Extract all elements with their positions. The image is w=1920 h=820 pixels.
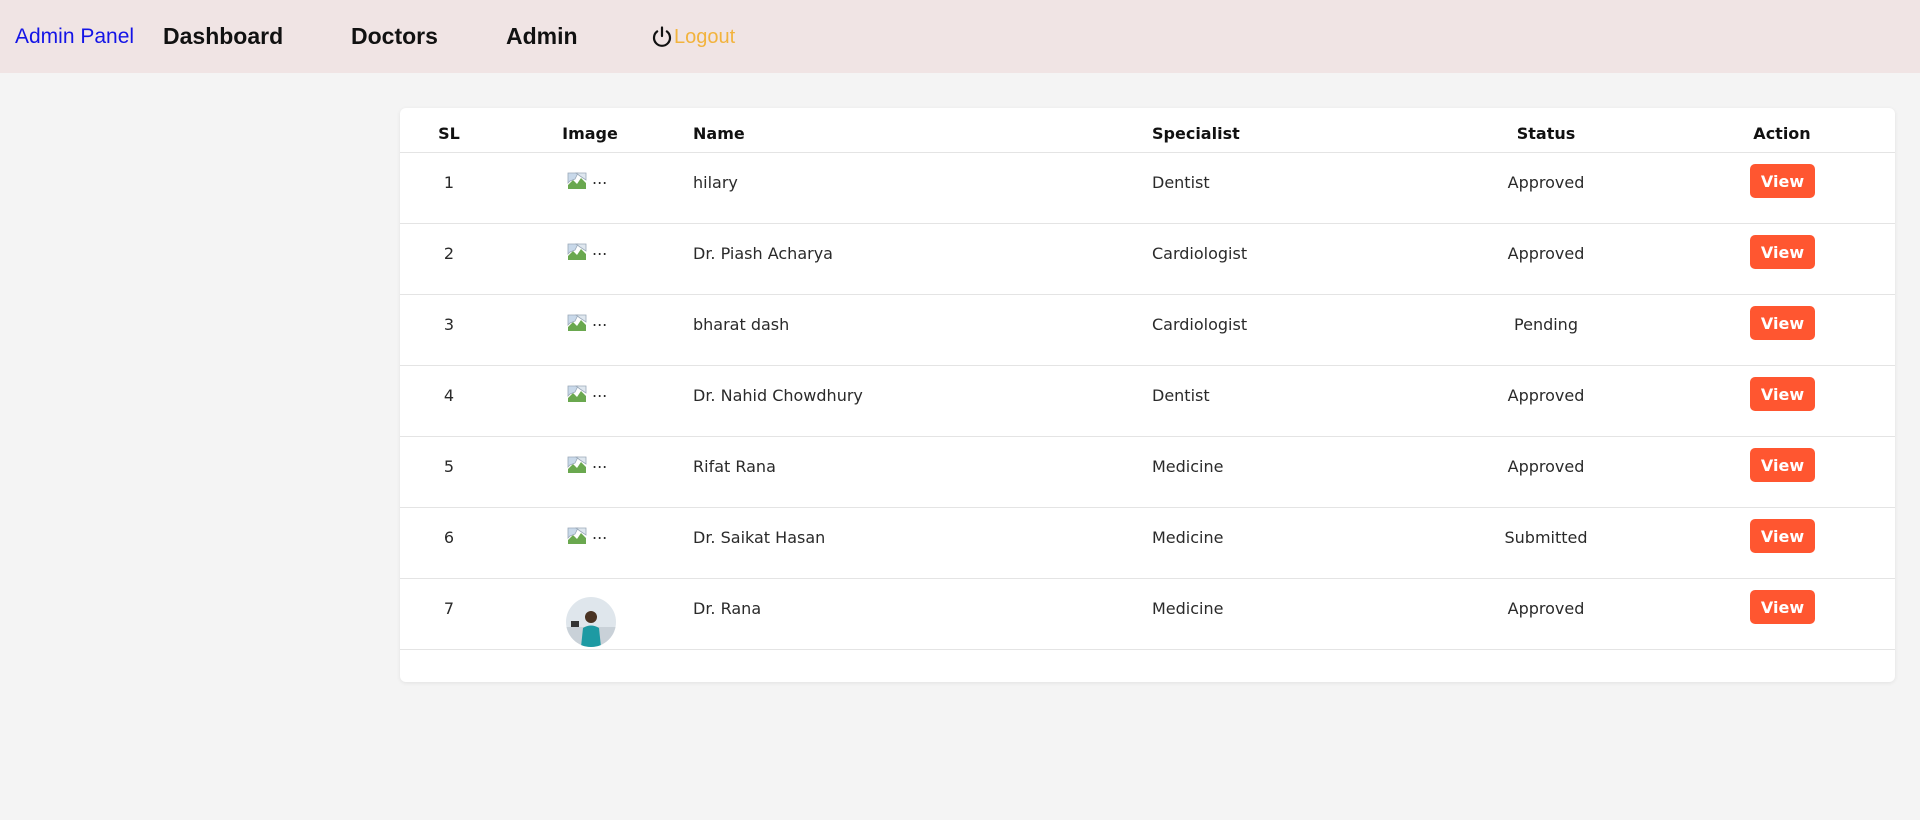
- table-row: 4... Dr. Nahid Chowdhury Dentist Approved Vi…: [400, 366, 1895, 437]
- image-alt-text: ...: [592, 311, 608, 330]
- header-action: Action: [1753, 124, 1811, 143]
- header-name: Name: [693, 124, 745, 143]
- view-button[interactable]: View: [1750, 164, 1815, 198]
- broken-image-icon: [567, 243, 587, 260]
- cell-image: ...: [566, 526, 607, 546]
- cell-sl: 3: [443, 315, 455, 334]
- cell-status: Approved: [1507, 599, 1585, 618]
- image-alt-text: ...: [592, 382, 608, 401]
- cell-sl: 6: [443, 528, 455, 547]
- view-button[interactable]: View: [1750, 306, 1815, 340]
- cell-sl: 5: [443, 457, 455, 476]
- header-image: Image: [562, 124, 618, 143]
- cell-status: Pending: [1514, 315, 1578, 334]
- broken-image-icon: [567, 314, 587, 331]
- cell-specialist: Medicine: [1152, 599, 1224, 618]
- cell-image: ...: [566, 171, 607, 191]
- cell-specialist: Cardiologist: [1152, 315, 1248, 334]
- view-button[interactable]: View: [1750, 448, 1815, 482]
- cell-status: Submitted: [1504, 528, 1588, 547]
- table-row: 6... Dr. Saikat Hasan Medicine Submitted Vie…: [400, 508, 1895, 579]
- nav-link-dashboard[interactable]: Dashboard: [163, 22, 283, 50]
- cell-specialist: Medicine: [1152, 528, 1224, 547]
- table-row: 2... Dr. Piash Acharya Cardiologist Approve…: [400, 224, 1895, 295]
- nav-link-doctors[interactable]: Doctors: [351, 22, 438, 50]
- cell-sl: 1: [443, 173, 455, 192]
- broken-image-icon: [567, 456, 587, 473]
- view-button[interactable]: View: [1750, 590, 1815, 624]
- cell-name: hilary: [693, 173, 738, 192]
- cell-sl: 7: [443, 599, 455, 618]
- table-row: 3... bharat dash Cardiologist Pending View: [400, 295, 1895, 366]
- header-sl: SL: [438, 124, 460, 143]
- image-alt-text: ...: [592, 240, 608, 259]
- doctor-avatar: [566, 597, 616, 647]
- cell-sl: 4: [443, 386, 455, 405]
- cell-image: ...: [566, 455, 607, 475]
- cell-image: ...: [566, 313, 607, 333]
- nav-link-admin[interactable]: Admin: [506, 22, 578, 50]
- cell-specialist: Dentist: [1152, 173, 1210, 192]
- cell-status: Approved: [1507, 173, 1585, 192]
- logout-button[interactable]: Logout: [650, 24, 735, 50]
- cell-specialist: Medicine: [1152, 457, 1224, 476]
- cell-image: [566, 597, 616, 647]
- cell-status: Approved: [1507, 244, 1585, 263]
- cell-name: bharat dash: [693, 315, 790, 334]
- image-alt-text: ...: [592, 524, 608, 543]
- top-navbar: Admin Panel Dashboard Doctors Admin Logo…: [0, 0, 1920, 73]
- view-button[interactable]: View: [1750, 519, 1815, 553]
- row-divider: [400, 649, 1895, 650]
- cell-image: ...: [566, 242, 607, 262]
- cell-name: Dr. Piash Acharya: [693, 244, 833, 263]
- view-button[interactable]: View: [1750, 235, 1815, 269]
- cell-sl: 2: [443, 244, 455, 263]
- power-icon: [652, 26, 672, 47]
- cell-image: ...: [566, 384, 607, 404]
- cell-status: Approved: [1507, 457, 1585, 476]
- image-alt-text: ...: [592, 169, 608, 188]
- cell-status: Approved: [1507, 386, 1585, 405]
- cell-name: Dr. Saikat Hasan: [693, 528, 826, 547]
- broken-image-icon: [567, 527, 587, 544]
- cell-specialist: Dentist: [1152, 386, 1210, 405]
- logout-label: Logout: [674, 26, 736, 48]
- header-specialist: Specialist: [1152, 124, 1240, 143]
- header-status: Status: [1516, 124, 1576, 143]
- table-row: 1... hilary Dentist Approved View: [400, 153, 1895, 224]
- broken-image-icon: [567, 172, 587, 189]
- brand-link[interactable]: Admin Panel: [15, 25, 134, 49]
- cell-name: Rifat Rana: [693, 457, 776, 476]
- cell-name: Dr. Nahid Chowdhury: [693, 386, 863, 405]
- broken-image-icon: [567, 385, 587, 402]
- cell-specialist: Cardiologist: [1152, 244, 1248, 263]
- view-button[interactable]: View: [1750, 377, 1815, 411]
- image-alt-text: ...: [592, 453, 608, 472]
- doctors-table-card: SL Image Name Specialist Status Action 1…: [400, 108, 1895, 682]
- cell-name: Dr. Rana: [693, 599, 762, 618]
- table-row: 7 Dr. Rana Medicine Approved View: [400, 579, 1895, 650]
- table-row: 5... Rifat Rana Medicine Approved View: [400, 437, 1895, 508]
